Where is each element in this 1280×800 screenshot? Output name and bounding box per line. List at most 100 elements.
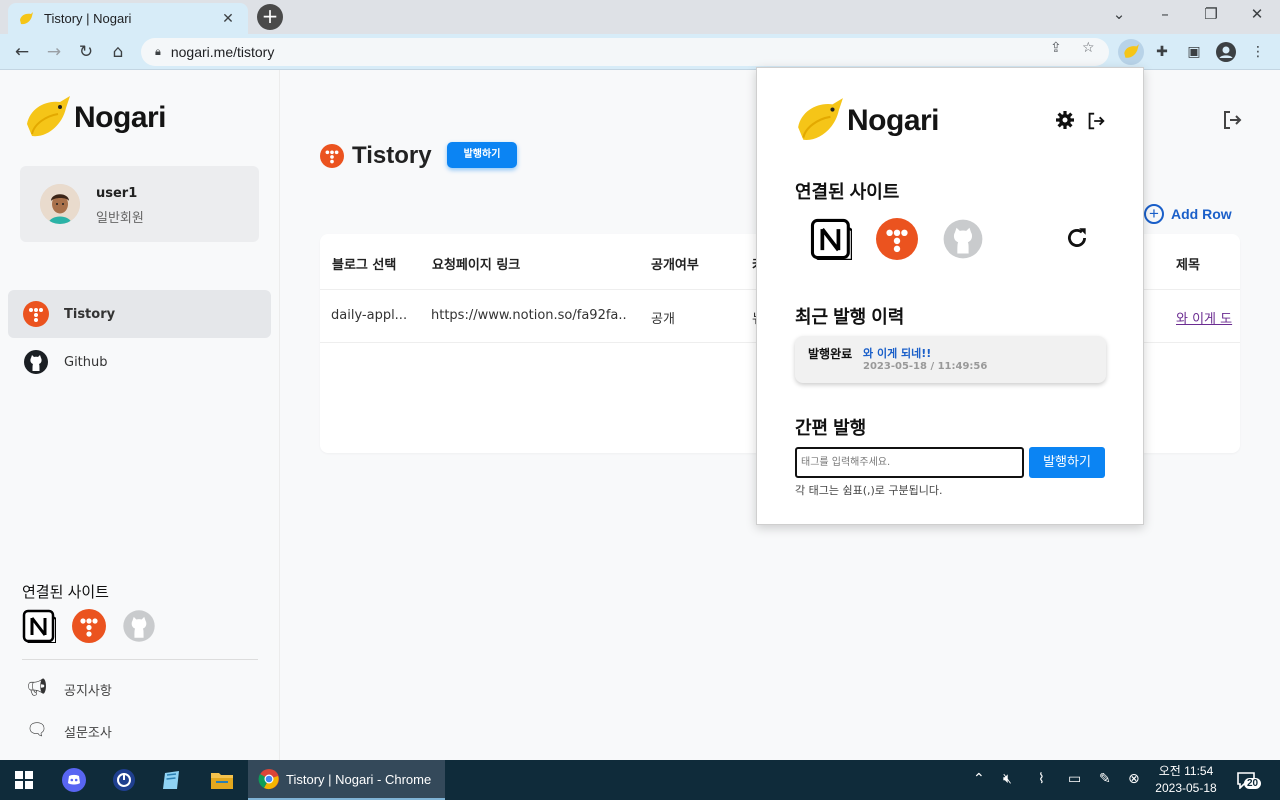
- sidebar-notice-link[interactable]: 📢︎ 공지사항: [24, 678, 112, 700]
- add-row-button[interactable]: + Add Row: [1144, 204, 1232, 224]
- column-header[interactable]: 요청페이지 링크: [432, 254, 520, 273]
- new-tab-button[interactable]: +: [257, 4, 283, 30]
- page-title-wrap: Tistory: [320, 142, 432, 170]
- address-bar[interactable]: 🔒︎ nogari.me/tistory: [141, 38, 1109, 66]
- add-row-label: Add Row: [1171, 206, 1232, 222]
- tistory-icon: [320, 144, 344, 168]
- settings-gear-icon[interactable]: [1055, 110, 1075, 130]
- column-header[interactable]: 블로그 선택: [332, 254, 396, 273]
- forward-icon[interactable]: →: [42, 40, 66, 64]
- user-role: 일반회원: [96, 211, 144, 226]
- nogari-logo-icon: [798, 98, 843, 140]
- app-icon[interactable]: [110, 766, 138, 794]
- history-status: 발행완료: [808, 347, 853, 361]
- sidebar-survey-link[interactable]: 🗨︎ 설문조사: [24, 720, 112, 742]
- battery-icon[interactable]: ▭: [1068, 771, 1081, 787]
- nogari-logo-icon: [27, 96, 70, 137]
- reload-icon[interactable]: ↻: [74, 40, 98, 64]
- recent-history-title: 최근 발행 이력: [795, 307, 905, 327]
- taskbar-chrome-label: Tistory | Nogari - Chrome: [286, 771, 432, 787]
- linked-sites-icons: [22, 609, 156, 643]
- extensions-puzzle-icon[interactable]: ✚: [1149, 39, 1175, 65]
- taskbar-clock[interactable]: 오전 11:54 2023-05-18: [1150, 763, 1222, 797]
- tistory-icon[interactable]: [876, 218, 918, 260]
- sidebar-logo[interactable]: Nogari: [24, 94, 167, 142]
- popup-logout-icon[interactable]: [1085, 110, 1107, 132]
- github-icon[interactable]: [122, 609, 156, 643]
- browser-tab[interactable]: Tistory | Nogari ✕: [8, 3, 248, 34]
- sidebar-item-github[interactable]: Github: [8, 338, 271, 386]
- share-icon[interactable]: ⇪: [1050, 40, 1062, 56]
- sidebar-divider: [22, 659, 258, 660]
- survey-label: 설문조사: [64, 725, 112, 741]
- browser-tabstrip: Tistory | Nogari ✕ + ⌄ – ❐ ✕: [0, 0, 1280, 34]
- clock-time: 오전 11:54: [1158, 764, 1214, 778]
- notice-label: 공지사항: [64, 683, 112, 699]
- close-window-icon[interactable]: ✕: [1245, 5, 1269, 23]
- quick-publish-title: 간편 발행: [795, 418, 867, 438]
- speaker-muted-icon[interactable]: 🔇︎: [1003, 771, 1012, 787]
- sidebar: Nogari user1 일반회원 Tistory Github 연결된 사이트…: [0, 70, 280, 760]
- discord-icon[interactable]: [60, 766, 88, 794]
- tistory-icon[interactable]: [72, 609, 106, 643]
- tistory-icon: [23, 301, 49, 327]
- tray-chevron-icon[interactable]: ⌃: [973, 771, 985, 787]
- chrome-icon: [258, 769, 279, 790]
- table-cell-blog[interactable]: daily-appl...: [331, 308, 411, 323]
- popup-logo-text: Nogari: [847, 104, 940, 137]
- tab-search-icon[interactable]: ⌄: [1107, 5, 1131, 23]
- megaphone-icon: 📢︎: [26, 678, 48, 698]
- popup-linked-sites-title: 연결된 사이트: [795, 182, 900, 202]
- sidebar-item-label: Tistory: [64, 306, 116, 322]
- taskbar-chrome-button[interactable]: Tistory | Nogari - Chrome: [248, 760, 445, 800]
- wifi-icon[interactable]: ⌇: [1038, 771, 1045, 787]
- logout-icon[interactable]: [1220, 108, 1244, 132]
- nogari-favicon-icon: [20, 11, 33, 24]
- notion-icon[interactable]: [810, 218, 852, 260]
- home-icon[interactable]: ⌂: [106, 40, 130, 64]
- table-cell-link[interactable]: https://www.notion.so/fa92fa...: [431, 308, 627, 323]
- survey-icon: 🗨︎: [26, 720, 48, 740]
- back-icon[interactable]: ←: [10, 40, 34, 64]
- github-icon[interactable]: [942, 218, 984, 260]
- table-cell-visibility[interactable]: 공개: [651, 308, 675, 327]
- history-title[interactable]: 와 이게 되네!!: [863, 345, 931, 361]
- pen-icon[interactable]: ✎: [1099, 771, 1111, 787]
- add-circle-icon: +: [1144, 204, 1164, 224]
- column-header[interactable]: 제목: [1176, 254, 1200, 273]
- chrome-menu-icon[interactable]: ⋮: [1245, 39, 1271, 65]
- notion-icon[interactable]: [22, 609, 56, 643]
- table-cell-title[interactable]: 와 이게 도: [1176, 308, 1240, 327]
- page-title: Tistory: [352, 142, 432, 169]
- popup-publish-button[interactable]: 발행하기: [1029, 447, 1105, 478]
- profile-icon[interactable]: [1213, 39, 1239, 65]
- status-x-icon[interactable]: ⊗: [1128, 771, 1140, 787]
- nogari-extension-icon[interactable]: [1118, 39, 1144, 65]
- refresh-icon[interactable]: [1064, 225, 1090, 251]
- windows-start-icon[interactable]: [10, 766, 38, 794]
- sidebar-item-tistory[interactable]: Tistory: [8, 290, 271, 338]
- popup-linked-sites-icons: [810, 218, 984, 260]
- logo-text: Nogari: [74, 101, 167, 134]
- column-header[interactable]: 공개여부: [651, 254, 699, 273]
- tab-title: Tistory | Nogari: [44, 11, 132, 26]
- notification-center-icon[interactable]: 20: [1236, 769, 1266, 793]
- history-item[interactable]: 발행완료 와 이게 되네!! 2023-05-18 / 11:49:56: [795, 336, 1106, 383]
- tag-hint: 각 태그는 쉼표(,)로 구분됩니다.: [795, 484, 943, 497]
- tag-input[interactable]: [795, 447, 1024, 478]
- popup-logo: Nogari: [795, 96, 940, 146]
- minimize-icon[interactable]: –: [1153, 5, 1177, 23]
- sidebar-item-label: Github: [64, 354, 108, 370]
- tab-close-icon[interactable]: ✕: [218, 11, 238, 27]
- restore-icon[interactable]: ❐: [1199, 5, 1223, 23]
- clock-date: 2023-05-18: [1155, 781, 1217, 795]
- publish-button[interactable]: 발행하기: [447, 142, 517, 168]
- url-text: nogari.me/tistory: [170, 44, 275, 60]
- history-date: 2023-05-18 / 11:49:56: [863, 361, 988, 372]
- user-card[interactable]: user1 일반회원: [20, 166, 259, 242]
- file-explorer-icon[interactable]: [208, 766, 236, 794]
- bookmark-star-icon[interactable]: ☆: [1082, 40, 1095, 56]
- side-panel-icon[interactable]: ▣: [1181, 39, 1207, 65]
- notepad-icon[interactable]: [158, 766, 186, 794]
- user-name: user1: [96, 186, 138, 201]
